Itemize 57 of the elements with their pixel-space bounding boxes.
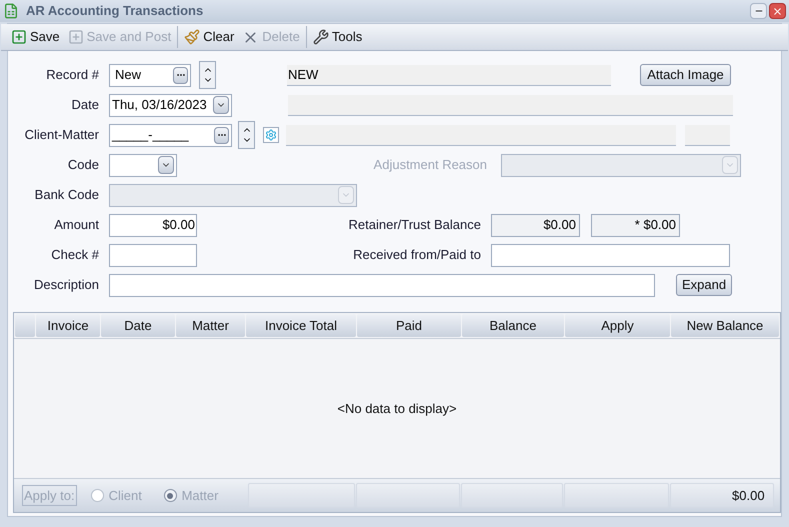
row-selector-header	[15, 314, 35, 337]
amount-field[interactable]: $0.00	[109, 214, 197, 236]
column-header[interactable]: Invoice Total	[246, 314, 356, 337]
ellipsis-button[interactable]	[214, 126, 229, 144]
readonly-field	[685, 124, 730, 146]
column-header[interactable]: Invoice	[36, 314, 100, 337]
field-label: Bank Code	[34, 186, 99, 204]
field-label: Code	[66, 156, 99, 174]
column-header[interactable]: New Balance	[671, 314, 779, 337]
dropdown-button[interactable]	[213, 96, 229, 114]
field-label: Record #	[45, 66, 99, 84]
field-label: Check #	[50, 246, 99, 264]
expand-button[interactable]: Expand	[676, 274, 732, 296]
toolbar-button[interactable]: Clear	[182, 26, 236, 48]
plus-square-icon	[68, 29, 84, 45]
attach-image-button[interactable]: Attach Image	[640, 64, 731, 86]
column-header[interactable]: Paid	[357, 314, 461, 337]
code-dropdown[interactable]	[109, 154, 177, 176]
column-header[interactable]: Matter	[176, 314, 245, 337]
dropdown-button[interactable]	[158, 156, 174, 174]
toolbar-button[interactable]: Tools	[310, 26, 364, 48]
toolbar-button[interactable]: Save	[9, 26, 62, 48]
field-label: Retainer/Trust Balance	[348, 216, 481, 234]
field-label: Amount	[53, 216, 99, 234]
field-label: Date	[70, 96, 99, 114]
field-label: Received from/Paid to	[352, 246, 481, 264]
footer-total-cell: $0.00	[670, 483, 774, 508]
window-title: AR Accounting Transactions	[26, 2, 204, 20]
ellipsis-button[interactable]	[173, 66, 188, 84]
apply-to-label: Apply to:	[22, 484, 77, 506]
close-icon	[772, 6, 783, 16]
brush-icon	[184, 29, 200, 45]
empty-message: <No data to display>	[337, 400, 457, 418]
date-field[interactable]: Thu, 03/16/2023	[109, 94, 232, 116]
field-label: Description	[32, 276, 99, 294]
minimize-button[interactable]	[750, 3, 767, 19]
record-display: NEW	[287, 64, 611, 86]
description-field[interactable]	[109, 274, 655, 296]
field-label: Adjustment Reason	[372, 156, 487, 174]
balance-field: * $0.00	[591, 214, 680, 236]
close-button[interactable]	[769, 3, 786, 19]
settings-icon	[265, 129, 277, 141]
wrench-icon	[312, 29, 329, 45]
check-number-field[interactable]	[109, 244, 197, 266]
spin-buttons[interactable]	[238, 121, 255, 149]
app-icon	[3, 3, 19, 19]
received-from-field[interactable]	[491, 244, 730, 266]
column-header[interactable]: Apply	[565, 314, 670, 337]
field-label: Client-Matter	[24, 126, 99, 144]
settings-button[interactable]	[263, 127, 279, 143]
column-header[interactable]: Balance	[462, 314, 564, 337]
spin-buttons[interactable]	[199, 61, 216, 89]
client-matter-field[interactable]: _____-_____	[109, 124, 232, 146]
record-field[interactable]: New	[109, 64, 191, 86]
balance-field: $0.00	[491, 214, 580, 236]
plus-square-icon	[11, 29, 27, 45]
column-header[interactable]: Date	[101, 314, 175, 337]
